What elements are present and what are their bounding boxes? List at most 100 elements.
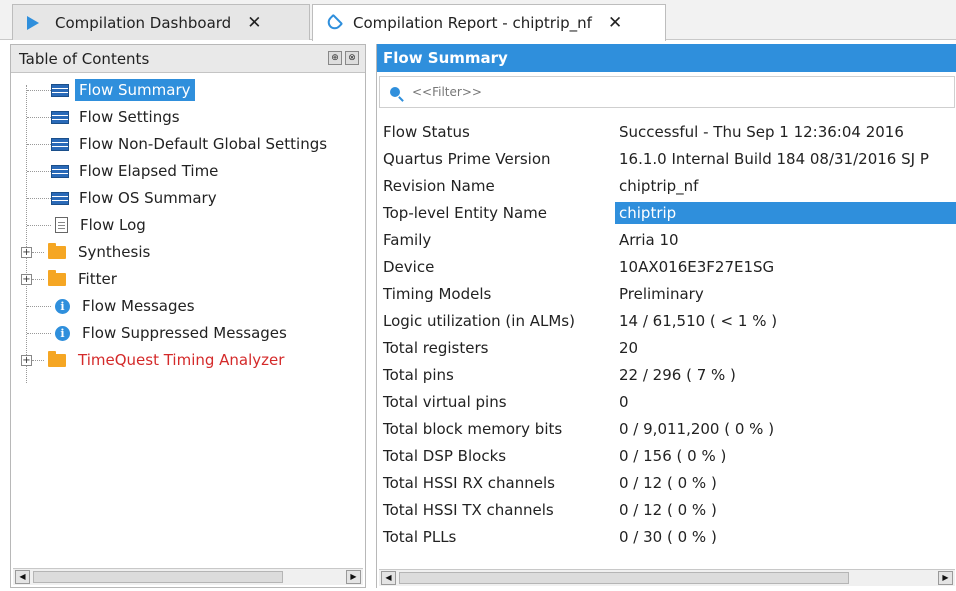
row-key: Total pins bbox=[383, 365, 454, 384]
tab-compilation-report[interactable]: Compilation Report - chiptrip_nf ✕ bbox=[312, 4, 666, 41]
table-row[interactable]: Logic utilization (in ALMs) 14 / 61,510 (… bbox=[377, 307, 956, 334]
scrollbar-thumb[interactable] bbox=[33, 571, 283, 583]
flow-summary-panel: Flow Summary <<Filter>> Flow Status Succe… bbox=[376, 44, 956, 588]
row-key: Device bbox=[383, 257, 435, 276]
grid-table-icon bbox=[51, 110, 69, 124]
toc-item-label: Flow Settings bbox=[79, 108, 180, 126]
toc-item-timequest-timing-analyzer[interactable]: + TimeQuest Timing Analyzer bbox=[17, 347, 288, 373]
document-icon bbox=[55, 217, 68, 233]
play-icon bbox=[27, 15, 39, 30]
toc-item-flow-settings[interactable]: Flow Settings bbox=[17, 104, 184, 130]
row-value: 0 / 30 ( 0 % ) bbox=[619, 527, 717, 546]
info-icon: i bbox=[55, 298, 70, 314]
row-key: Top-level Entity Name bbox=[383, 203, 547, 222]
toc-item-label: Flow Non-Default Global Settings bbox=[79, 135, 328, 153]
row-key: Total HSSI RX channels bbox=[383, 473, 555, 492]
folder-icon bbox=[48, 350, 66, 367]
table-row[interactable]: Quartus Prime Version 16.1.0 Internal Bui… bbox=[377, 145, 956, 172]
grid-table-icon bbox=[51, 164, 69, 178]
filter-input[interactable]: <<Filter>> bbox=[379, 76, 955, 108]
scroll-right-icon[interactable]: ▶ bbox=[938, 571, 953, 585]
table-row[interactable]: Total HSSI TX channels 0 / 12 ( 0 % ) bbox=[377, 496, 956, 523]
folder-icon bbox=[48, 269, 66, 286]
table-row[interactable]: Revision Name chiptrip_nf bbox=[377, 172, 956, 199]
table-row[interactable]: Flow Status Successful - Thu Sep 1 12:36:… bbox=[377, 118, 956, 145]
table-row[interactable]: Total DSP Blocks 0 / 156 ( 0 % ) bbox=[377, 442, 956, 469]
table-row[interactable]: Total registers 20 bbox=[377, 334, 956, 361]
toc-item-fitter[interactable]: + Fitter bbox=[17, 266, 121, 292]
toc-item-flow-suppressed-messages[interactable]: i Flow Suppressed Messages bbox=[17, 320, 291, 346]
tab-compilation-dashboard[interactable]: Compilation Dashboard ✕ bbox=[12, 4, 310, 40]
folder-icon bbox=[48, 242, 66, 259]
table-row[interactable]: Timing Models Preliminary bbox=[377, 280, 956, 307]
scroll-right-icon[interactable]: ▶ bbox=[346, 570, 361, 584]
expand-icon[interactable]: + bbox=[21, 273, 32, 285]
scrollbar-thumb[interactable] bbox=[399, 572, 849, 584]
tab-label: Compilation Dashboard bbox=[55, 13, 232, 32]
toc-title: Table of Contents bbox=[19, 49, 150, 68]
info-icon: i bbox=[55, 325, 70, 341]
row-key: Total registers bbox=[383, 338, 489, 357]
toc-item-flow-non-default-global-settings[interactable]: Flow Non-Default Global Settings bbox=[17, 131, 331, 157]
tab-label: Compilation Report - chiptrip_nf bbox=[353, 14, 592, 32]
toc-item-label: Flow Summary bbox=[75, 79, 195, 101]
row-value: 0 / 156 ( 0 % ) bbox=[619, 446, 727, 465]
report-section-title: Flow Summary bbox=[377, 44, 956, 72]
row-value: Preliminary bbox=[619, 284, 704, 303]
report-horizontal-scrollbar[interactable]: ◀ ▶ bbox=[379, 569, 955, 586]
expand-icon[interactable]: + bbox=[21, 354, 32, 366]
scroll-left-icon[interactable]: ◀ bbox=[381, 571, 396, 585]
table-row[interactable]: Family Arria 10 bbox=[377, 226, 956, 253]
toc-item-label: Flow OS Summary bbox=[79, 189, 217, 207]
table-row[interactable]: Total virtual pins 0 bbox=[377, 388, 956, 415]
table-row[interactable]: Top-level Entity Name chiptrip bbox=[377, 199, 956, 226]
table-row[interactable]: Total pins 22 / 296 ( 7 % ) bbox=[377, 361, 956, 388]
toc-item-label: Synthesis bbox=[78, 243, 151, 261]
row-value: 0 bbox=[619, 392, 629, 411]
search-icon bbox=[390, 87, 400, 97]
toc-item-synthesis[interactable]: + Synthesis bbox=[17, 239, 154, 265]
toc-item-label: Flow Suppressed Messages bbox=[82, 324, 287, 342]
row-value: 0 / 12 ( 0 % ) bbox=[619, 473, 717, 492]
pin-icon[interactable]: ⊕ bbox=[328, 51, 342, 65]
report-icon bbox=[324, 13, 344, 33]
row-key: Total DSP Blocks bbox=[383, 446, 507, 465]
toc-item-flow-log[interactable]: Flow Log bbox=[17, 212, 150, 238]
toc-item-flow-messages[interactable]: i Flow Messages bbox=[17, 293, 199, 319]
close-icon[interactable]: ✕ bbox=[247, 13, 261, 33]
row-value: chiptrip bbox=[615, 201, 956, 224]
table-row[interactable]: Total HSSI RX channels 0 / 12 ( 0 % ) bbox=[377, 469, 956, 496]
table-of-contents-panel: Table of Contents ⊕ ⊗ Flow Summary Flow … bbox=[10, 44, 366, 588]
row-value: 14 / 61,510 ( < 1 % ) bbox=[619, 311, 778, 330]
row-key: Total PLLs bbox=[383, 527, 457, 546]
table-row[interactable]: Total block memory bits 0 / 9,011,200 ( 0… bbox=[377, 415, 956, 442]
row-value: Arria 10 bbox=[619, 230, 679, 249]
row-key: Total virtual pins bbox=[383, 392, 507, 411]
expand-icon[interactable]: + bbox=[21, 246, 32, 258]
row-key: Quartus Prime Version bbox=[383, 149, 551, 168]
row-value: chiptrip_nf bbox=[619, 176, 699, 195]
toc-item-label: Flow Log bbox=[80, 216, 146, 234]
filter-placeholder: <<Filter>> bbox=[412, 85, 482, 99]
toc-horizontal-scrollbar[interactable]: ◀ ▶ bbox=[13, 568, 363, 585]
row-key: Total HSSI TX channels bbox=[383, 500, 554, 519]
scroll-left-icon[interactable]: ◀ bbox=[15, 570, 30, 584]
row-key: Revision Name bbox=[383, 176, 495, 195]
row-key: Flow Status bbox=[383, 122, 470, 141]
close-panel-icon[interactable]: ⊗ bbox=[345, 51, 359, 65]
row-key: Logic utilization (in ALMs) bbox=[383, 311, 575, 330]
toc-item-flow-summary[interactable]: Flow Summary bbox=[17, 77, 195, 103]
toc-item-flow-elapsed-time[interactable]: Flow Elapsed Time bbox=[17, 158, 222, 184]
toc-item-label: Flow Elapsed Time bbox=[79, 162, 219, 180]
table-row[interactable]: Total PLLs 0 / 30 ( 0 % ) bbox=[377, 523, 956, 550]
grid-table-icon bbox=[51, 191, 69, 205]
toc-item-label: TimeQuest Timing Analyzer bbox=[78, 351, 285, 369]
toc-header: Table of Contents ⊕ ⊗ bbox=[11, 45, 365, 73]
grid-table-icon bbox=[51, 137, 69, 151]
row-value: 22 / 296 ( 7 % ) bbox=[619, 365, 736, 384]
close-icon[interactable]: ✕ bbox=[608, 13, 622, 33]
toc-item-flow-os-summary[interactable]: Flow OS Summary bbox=[17, 185, 221, 211]
row-value: 20 bbox=[619, 338, 639, 357]
row-value: 16.1.0 Internal Build 184 08/31/2016 SJ … bbox=[619, 149, 929, 168]
table-row[interactable]: Device 10AX016E3F27E1SG bbox=[377, 253, 956, 280]
